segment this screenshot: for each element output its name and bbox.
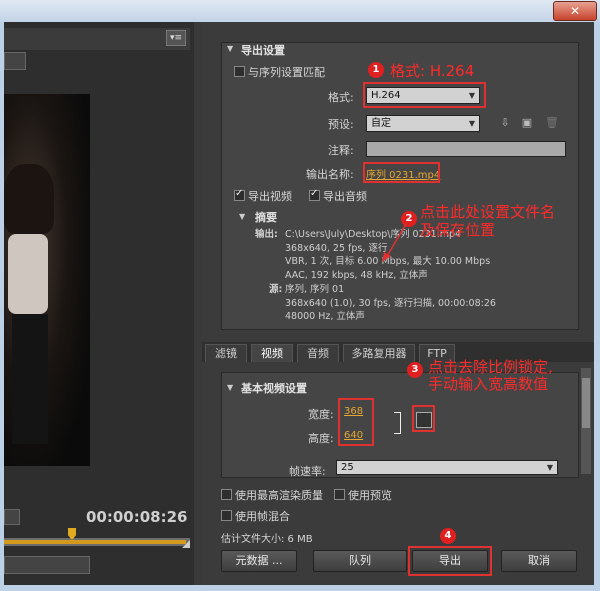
- annotation-note-2-line2: 及保存位置: [420, 221, 496, 239]
- frame-blending-label: 使用帧混合: [235, 510, 290, 523]
- comment-label: 注释:: [328, 144, 354, 157]
- output-name-highlight-box: [363, 162, 440, 183]
- export-audio-checkbox[interactable]: [309, 188, 320, 201]
- delete-preset-icon[interactable]: 🗑: [545, 117, 559, 129]
- preset-dropdown[interactable]: 自定 ▼: [366, 115, 480, 132]
- dancer-hair: [4, 164, 54, 234]
- window-frame-right: [594, 22, 600, 591]
- annotation-marker-4: 4: [440, 528, 456, 544]
- video-preview: [4, 94, 90, 466]
- height-label: 高度:: [308, 432, 334, 445]
- tab-video[interactable]: 视频: [251, 344, 293, 362]
- aspect-link-bracket: [394, 412, 401, 434]
- timecode-display: 00:00:08:26: [86, 508, 188, 526]
- summary-title: 摘要: [255, 211, 277, 224]
- basic-video-title: 基本视频设置: [241, 382, 307, 395]
- collapse-triangle-icon[interactable]: ▼: [239, 212, 245, 221]
- panel-menu-button[interactable]: ▾≡: [166, 30, 186, 46]
- output-name-label: 输出名称:: [306, 168, 354, 181]
- width-label: 宽度:: [308, 408, 334, 421]
- tab-audio[interactable]: 音频: [297, 344, 339, 362]
- preset-value: 自定: [371, 118, 391, 129]
- preview-tab-bar: [4, 28, 190, 50]
- metadata-button[interactable]: 元数据 ...: [221, 550, 297, 572]
- constrain-highlight-box: [412, 405, 435, 432]
- preview-zoom-dropdown[interactable]: [4, 52, 26, 70]
- scrollbar-thumb[interactable]: [582, 378, 590, 428]
- cancel-button[interactable]: 取消: [501, 550, 577, 572]
- annotation-arrow-2: [382, 223, 407, 262]
- tab-filters[interactable]: 滤镜: [205, 344, 247, 362]
- frame-rate-value: 25: [341, 462, 354, 473]
- export-highlight-box: [408, 546, 492, 576]
- chevron-down-icon: ▼: [546, 463, 553, 472]
- collapse-triangle-icon[interactable]: ▼: [227, 44, 233, 53]
- window-close-button[interactable]: ✕: [553, 1, 597, 21]
- chevron-down-icon: ▼: [468, 119, 475, 128]
- import-preset-icon[interactable]: ▣: [520, 117, 534, 129]
- annotation-marker-1: 1: [368, 62, 384, 78]
- timeline-range: [4, 540, 186, 544]
- dancer-pants: [12, 314, 48, 444]
- frame-blending-checkbox[interactable]: [221, 510, 232, 521]
- use-previews-label: 使用预览: [348, 489, 392, 502]
- export-video-checkbox[interactable]: [234, 188, 245, 201]
- window-frame-bottom: [0, 585, 600, 591]
- window-titlebar: [0, 0, 600, 22]
- annotation-marker-3: 3: [407, 362, 423, 378]
- annotation-note-1: 格式: H.264: [390, 62, 475, 80]
- tab-multiplexer[interactable]: 多路复用器: [343, 344, 415, 362]
- preset-label: 预设:: [328, 118, 354, 131]
- export-settings-title: 导出设置: [241, 44, 285, 57]
- max-render-quality-label: 使用最高渲染质量: [235, 489, 323, 502]
- export-audio-label: 导出音频: [323, 190, 367, 203]
- annotation-note-3-line2: 手动输入宽高数值: [428, 375, 549, 393]
- collapse-triangle-icon[interactable]: ▼: [227, 383, 233, 392]
- frame-rate-label: 帧速率:: [289, 465, 326, 478]
- match-sequence-checkbox[interactable]: [234, 66, 245, 77]
- source-range-select[interactable]: [4, 556, 90, 574]
- use-previews-checkbox[interactable]: [334, 489, 345, 500]
- frame-rate-dropdown[interactable]: 25 ▼: [336, 460, 558, 475]
- comment-input[interactable]: [366, 141, 566, 157]
- estimated-file-size: 估计文件大小: 6 MB: [221, 534, 313, 545]
- preview-fit-dropdown[interactable]: [4, 509, 20, 525]
- match-sequence-label: 与序列设置匹配: [248, 66, 325, 79]
- summary-source-text: 序列, 序列 01 368x640 (1.0), 30 fps, 逐行扫描, 0…: [285, 284, 496, 322]
- summary-output-label: 输出:: [255, 229, 278, 240]
- max-render-quality-checkbox[interactable]: [221, 489, 232, 500]
- queue-button[interactable]: 队列: [313, 550, 407, 572]
- export-video-label: 导出视频: [248, 190, 292, 203]
- format-label: 格式:: [328, 91, 354, 104]
- dancer-shirt: [8, 234, 48, 314]
- save-preset-icon[interactable]: ⇩: [498, 117, 512, 129]
- format-highlight-box: [363, 82, 486, 108]
- summary-source-label: 源:: [269, 284, 283, 295]
- dimensions-highlight-box: [338, 398, 374, 446]
